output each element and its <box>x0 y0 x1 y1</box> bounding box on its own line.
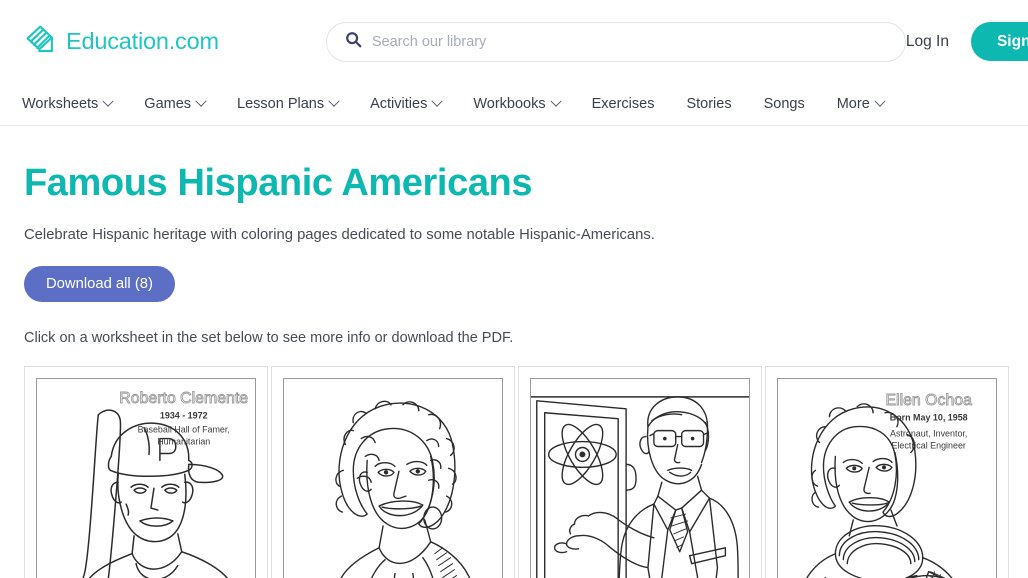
baseball-player-coloring-page: PIRATES Roberto Clemente 1934 - 1972 Bas… <box>36 378 256 578</box>
nav-item-exercises[interactable]: Exercises <box>576 96 671 112</box>
search-input[interactable] <box>372 34 887 50</box>
svg-text:Born May 10, 1958: Born May 10, 1958 <box>890 412 968 422</box>
site-logo[interactable]: Education.com <box>22 24 219 60</box>
sign-up-button[interactable]: Sign Up <box>971 22 1028 61</box>
header-actions: Log In Sign Up <box>906 22 1028 61</box>
worksheet-card[interactable] <box>271 366 515 578</box>
nav-item-stories[interactable]: Stories <box>670 96 747 112</box>
nav-item-lesson-plans[interactable]: Lesson Plans <box>221 96 354 112</box>
nav-item-label: More <box>837 96 870 112</box>
nav-item-label: Exercises <box>592 96 655 112</box>
site-header: Education.com Log In Sign Up <box>0 0 1028 83</box>
svg-text:Astronaut, Inventor,: Astronaut, Inventor, <box>890 428 967 438</box>
main-content: Famous Hispanic Americans Celebrate Hisp… <box>0 163 1028 578</box>
nav-item-label: Worksheets <box>22 96 98 112</box>
pencil-logo-icon <box>22 24 62 60</box>
chevron-down-icon <box>874 96 885 107</box>
worksheet-card-grid: PIRATES Roberto Clemente 1934 - 1972 Bas… <box>24 366 1004 578</box>
nav-item-label: Songs <box>764 96 805 112</box>
svg-text:Humanitarian: Humanitarian <box>157 436 210 446</box>
nav-item-activities[interactable]: Activities <box>354 96 457 112</box>
chevron-down-icon <box>103 96 114 107</box>
nav-item-label: Workbooks <box>473 96 545 112</box>
nav-item-label: Games <box>144 96 191 112</box>
worksheet-card[interactable]: Ellen Ochoa Born May 10, 1958 Astronaut,… <box>765 366 1009 578</box>
search-icon <box>345 31 362 53</box>
nav-item-label: Stories <box>686 96 731 112</box>
worksheet-card[interactable]: PIRATES Roberto Clemente 1934 - 1972 Bas… <box>24 366 268 578</box>
page-title: Famous Hispanic Americans <box>24 163 1004 205</box>
worksheet-card[interactable] <box>518 366 762 578</box>
download-all-button[interactable]: Download all (8) <box>24 266 175 302</box>
site-logo-text: Education.com <box>66 28 219 55</box>
svg-text:Electrical Engineer: Electrical Engineer <box>892 440 966 450</box>
page-description: Celebrate Hispanic heritage with colorin… <box>24 227 1004 243</box>
scientist-atom-chalkboard-coloring-page <box>530 378 750 578</box>
chevron-down-icon <box>550 96 561 107</box>
search-bar[interactable] <box>326 22 906 62</box>
astronaut-coloring-page: Ellen Ochoa Born May 10, 1958 Astronaut,… <box>777 378 997 578</box>
nav-item-label: Activities <box>370 96 427 112</box>
primary-navigation: Worksheets Games Lesson Plans Activities… <box>0 83 1028 126</box>
nav-item-label: Lesson Plans <box>237 96 324 112</box>
log-in-link[interactable]: Log In <box>906 33 949 51</box>
nav-item-worksheets[interactable]: Worksheets <box>22 96 128 112</box>
nav-item-games[interactable]: Games <box>128 96 221 112</box>
chevron-down-icon <box>328 96 339 107</box>
worksheet-set-hint: Click on a worksheet in the set below to… <box>24 330 1004 346</box>
svg-text:Roberto Clemente: Roberto Clemente <box>119 390 248 407</box>
nav-item-more[interactable]: More <box>821 96 900 112</box>
svg-text:Baseball Hall of Famer,: Baseball Hall of Famer, <box>138 424 230 434</box>
judge-portrait-coloring-page <box>283 378 503 578</box>
nav-item-workbooks[interactable]: Workbooks <box>457 96 575 112</box>
svg-text:Ellen Ochoa: Ellen Ochoa <box>885 392 972 409</box>
chevron-down-icon <box>432 96 443 107</box>
chevron-down-icon <box>195 96 206 107</box>
svg-text:1934 - 1972: 1934 - 1972 <box>160 411 208 421</box>
nav-item-songs[interactable]: Songs <box>748 96 821 112</box>
